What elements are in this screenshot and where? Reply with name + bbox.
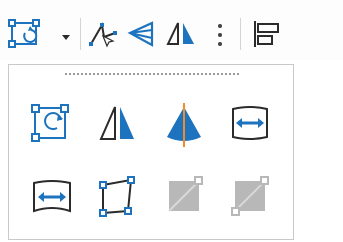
distort-tool-button[interactable] <box>91 171 145 225</box>
toolbar <box>0 0 343 60</box>
warp-icon <box>33 180 71 213</box>
transform-tool-button[interactable] <box>8 18 48 50</box>
perspective-icon <box>127 21 154 47</box>
toolbar-separator <box>80 18 81 50</box>
mirror-tool-button[interactable] <box>166 19 196 49</box>
scale-horizontal-tool-button[interactable] <box>223 99 277 153</box>
skew-icon <box>231 176 269 216</box>
transform-dropdown-button[interactable] <box>60 33 72 43</box>
mirror-icon <box>166 22 194 45</box>
mirror-icon <box>99 106 134 140</box>
flip-tool-button[interactable] <box>157 99 211 153</box>
align-tool-button[interactable] <box>252 19 282 49</box>
node-edit-icon <box>89 22 117 48</box>
drag-grip-icon[interactable] <box>65 72 241 76</box>
rotate-tool-button[interactable] <box>25 99 79 153</box>
flip-cone-icon <box>167 103 201 147</box>
mirror-tool-button[interactable] <box>91 99 145 153</box>
perspective-tool-button[interactable] <box>126 19 156 49</box>
distort-icon <box>99 176 135 217</box>
toolbar-separator <box>240 18 241 50</box>
transform-options-panel <box>8 64 294 240</box>
stretch-horizontal-icon <box>232 106 268 140</box>
vertex-tool-button[interactable] <box>88 19 118 49</box>
shear-icon <box>168 176 203 212</box>
rotate-frame-icon <box>8 19 40 48</box>
more-options-button[interactable] <box>212 21 228 49</box>
skew-tool-button-disabled <box>223 171 277 225</box>
align-left-icon <box>254 21 279 47</box>
warp-tool-button[interactable] <box>25 171 79 225</box>
shear-tool-button-disabled <box>157 171 211 225</box>
kebab-icon <box>218 24 222 46</box>
caret-down-icon <box>62 35 70 40</box>
rotate-frame-icon <box>31 104 69 142</box>
